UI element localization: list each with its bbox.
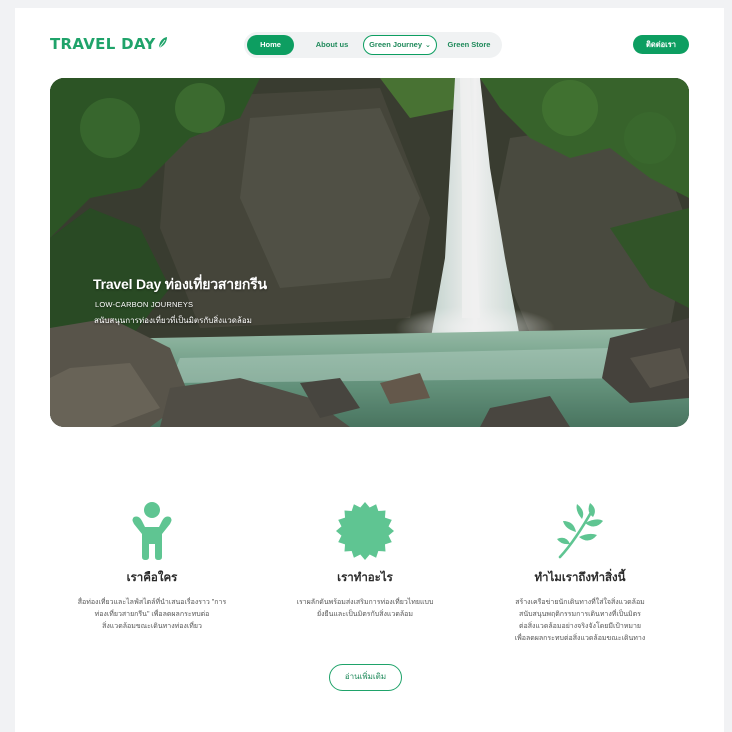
logo-text: TRAVEL DAY xyxy=(50,35,156,53)
feature-title: เราคือใคร xyxy=(126,572,178,584)
main-nav: Home About us Green Journey ⌄ Green Store xyxy=(244,32,502,58)
feature-line: สร้างเครือข่ายนักเดินทางที่ใส่ใจสิ่งแวดล… xyxy=(515,599,645,606)
feature-what-we-do: เราทำอะไร เราผลักดันพร้อมส่งเสริมการท่อง… xyxy=(270,501,460,621)
feature-line: เราผลักดันพร้อมส่งเสริมการท่องเที่ยวไทยแ… xyxy=(296,599,434,606)
feature-title: ทำไมเราถึงทำสิ่งนี้ xyxy=(534,572,626,584)
nav-green-journey[interactable]: Green Journey ⌄ xyxy=(363,35,437,55)
leaf-icon xyxy=(557,503,603,559)
read-more-button[interactable]: อ่านเพิ่มเติม xyxy=(329,664,402,691)
logo[interactable]: TRAVEL DAY xyxy=(50,35,168,53)
person-icon xyxy=(132,502,172,560)
feature-line: ท่องเที่ยวสายกรีน" เพื่อลดผลกระทบต่อ xyxy=(94,611,210,618)
feature-title: เราทำอะไร xyxy=(337,572,393,584)
nav-green-store[interactable]: Green Store xyxy=(440,35,498,55)
feature-line: สิ่งแวดล้อมขณะเดินทางท่องเที่ยว xyxy=(102,623,202,630)
waterfall-forest-photo xyxy=(50,78,689,427)
feature-description: สื่อท่องเที่ยวและไลฟ์สไตล์ที่นำเสนอเรื่อ… xyxy=(57,597,247,633)
feature-line: สนับสนุนพฤติกรรมการเดินทางที่เป็นมิตร xyxy=(519,611,641,618)
contact-button[interactable]: ติดต่อเรา xyxy=(633,35,689,54)
chevron-down-icon: ⌄ xyxy=(425,42,431,49)
page: TRAVEL DAY Home About us Green Journey ⌄ … xyxy=(15,8,724,732)
feature-line: ต่อสิ่งแวดล้อมอย่างจริงจังโดยมีเป้าหมาย xyxy=(518,623,642,630)
feature-line: เพื่อลดผลกระทบต่อสิ่งแวดล้อมขณะเดินทาง xyxy=(514,635,646,642)
nav-home[interactable]: Home xyxy=(247,35,294,55)
feature-who-we-are: เราคือใคร สื่อท่องเที่ยวและไลฟ์สไตล์ที่น… xyxy=(57,501,247,633)
feature-why-we-do-it: ทำไมเราถึงทำสิ่งนี้ สร้างเครือข่ายนักเดิ… xyxy=(485,501,675,645)
hero-text: Travel Day ท่องเที่ยวสายกรีน LOW-CARBON … xyxy=(93,274,267,327)
feature-description: เราผลักดันพร้อมส่งเสริมการท่องเที่ยวไทยแ… xyxy=(270,597,460,621)
feature-line: สื่อท่องเที่ยวและไลฟ์สไตล์ที่นำเสนอเรื่อ… xyxy=(77,599,227,606)
leaf-logo-icon xyxy=(158,36,167,48)
hero-banner: Travel Day ท่องเที่ยวสายกรีน LOW-CARBON … xyxy=(50,78,689,427)
hero-description: สนับสนุนการท่องเที่ยวที่เป็นมิตรกับสิ่งแ… xyxy=(94,316,252,325)
badge-icon xyxy=(336,502,394,560)
hero-title: Travel Day ท่องเที่ยวสายกรีน xyxy=(93,276,267,292)
nav-about-us[interactable]: About us xyxy=(305,35,359,55)
nav-green-journey-label: Green Journey xyxy=(369,40,423,49)
feature-line: ยั่งยืนและเป็นมิตรกับสิ่งแวดล้อม xyxy=(317,611,413,618)
feature-description: สร้างเครือข่ายนักเดินทางที่ใส่ใจสิ่งแวดล… xyxy=(485,597,675,645)
hero-subtitle: LOW-CARBON JOURNEYS xyxy=(95,300,194,309)
